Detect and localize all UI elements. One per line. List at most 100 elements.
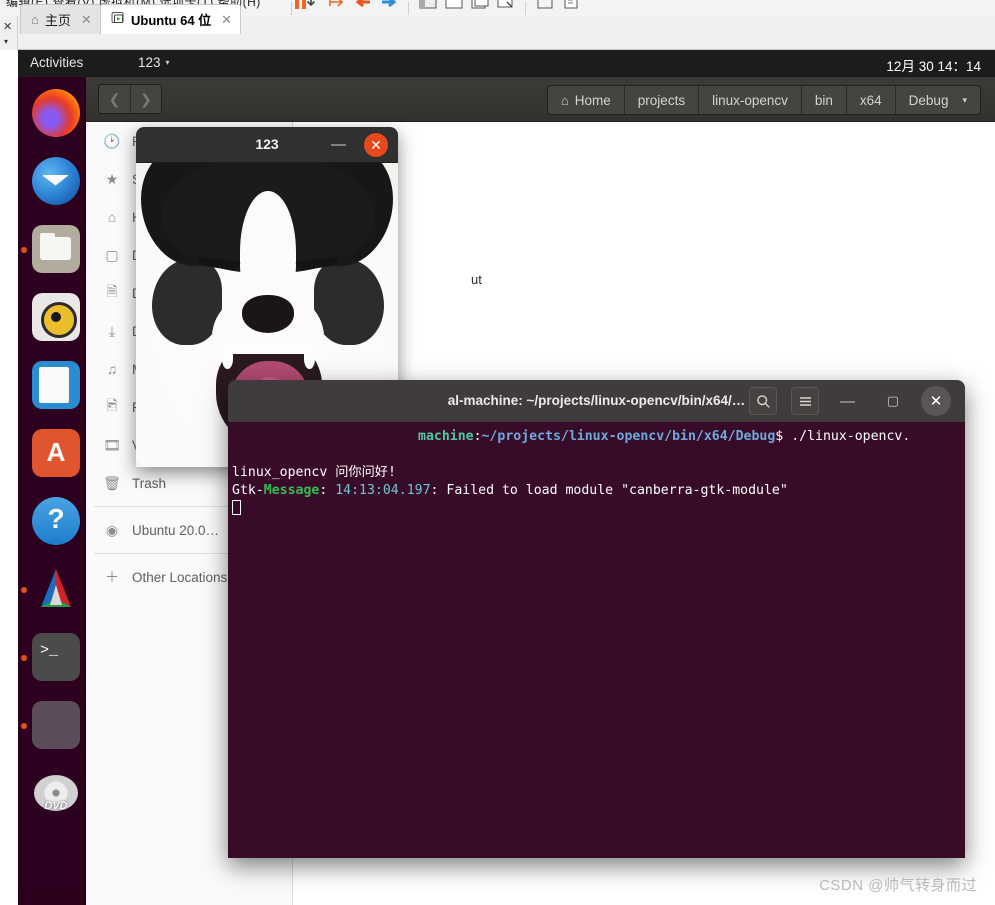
terminal-menu-button[interactable] [791, 387, 819, 415]
watermark: CSDN @帅气转身而过 [819, 877, 977, 894]
disc-icon: ◉ [105, 521, 119, 538]
libreoffice-writer-icon [32, 361, 80, 409]
snapshot-down-icon[interactable] [298, 0, 324, 16]
sidebar-label-other-locations: Other Locations [132, 569, 228, 585]
chevron-down-icon: ▾ [165, 58, 170, 67]
thunderbird-icon [32, 157, 80, 205]
terminal-maximize-button[interactable]: ▢ [887, 393, 899, 409]
forward-arrow-icon[interactable] [376, 0, 402, 16]
library-chevron-icon[interactable]: ▾ [4, 37, 8, 46]
toolbar-separator [291, 1, 292, 15]
breadcrumb-projects[interactable]: projects [623, 86, 699, 114]
files-icon [32, 225, 80, 273]
console-view-icon[interactable] [558, 0, 584, 16]
fullscreen-icon[interactable] [493, 0, 519, 16]
navigation-buttons: ❮ ❯ [98, 84, 162, 114]
terminal-titlebar[interactable]: al-machine: ~/projects/linux-opencv/bin/… [228, 380, 965, 422]
tab-ubuntu-close-icon[interactable]: ✕ [221, 12, 232, 28]
terminal-host: machine [418, 429, 474, 444]
vm-icon [111, 11, 125, 28]
terminal-window: al-machine: ~/projects/linux-opencv/bin/… [228, 380, 965, 858]
terminal-line-prompt: machine:~/projects/linux-opencv/bin/x64/… [232, 428, 957, 446]
terminal-icon [32, 633, 80, 681]
terminal-output[interactable]: machine:~/projects/linux-opencv/bin/x64/… [228, 422, 965, 858]
hamburger-icon [799, 396, 811, 406]
terminal-search-button[interactable] [749, 387, 777, 415]
home-icon: ⌂ [560, 92, 569, 108]
toolbar-separator-2 [408, 1, 409, 15]
image-viewer-minimize-button[interactable]: — [331, 136, 346, 153]
tab-home[interactable]: ⌂ 主页 ✕ [20, 4, 101, 34]
terminal-path: ~/projects/linux-opencv/bin/x64/Debug [481, 429, 776, 444]
terminal-gtk-level: Message [263, 483, 320, 498]
dock-item-libreoffice-writer[interactable] [32, 361, 80, 409]
breadcrumb-debug[interactable]: Debug ▾ [894, 86, 980, 114]
image-viewer-close-button[interactable]: ✕ [364, 133, 388, 157]
dock-item-terminal[interactable] [32, 633, 80, 681]
documents-icon: 🗎 [106, 283, 118, 299]
image-viewer-titlebar[interactable]: 123 — ✕ [136, 127, 398, 163]
screenshot-root: 编辑(E) 查看(V) 虚拟机(M) 选项卡(T) 帮助(H) [0, 0, 995, 905]
tab-home-close-icon[interactable]: ✕ [81, 12, 92, 28]
layout-sidebar-icon[interactable] [415, 0, 441, 16]
activities-button[interactable]: Activities [30, 55, 83, 70]
breadcrumb-bin[interactable]: bin [800, 86, 846, 114]
terminal-gtk-time: 14:13:04.197 [335, 483, 431, 498]
dock-item-ubuntu-software[interactable] [32, 429, 80, 477]
layout-tabs-icon[interactable] [467, 0, 493, 16]
chevron-down-icon: ▾ [962, 94, 967, 105]
sidebar-label-trash: Trash [132, 475, 167, 491]
dock-item-files[interactable] [32, 225, 80, 273]
breadcrumb-linux-opencv[interactable]: linux-opencv [698, 86, 801, 114]
layout-single-icon[interactable] [441, 0, 467, 16]
dock-item-thunderbird[interactable] [32, 157, 80, 205]
download-icon: ⤓ [108, 322, 116, 339]
clock-icon: 🕑 [103, 132, 121, 149]
running-indicator-window [21, 723, 27, 729]
terminal-close-button[interactable]: ✕ [921, 386, 951, 416]
dock-item-blank-window[interactable] [32, 701, 80, 749]
image-viewer-title: 123 [255, 136, 279, 152]
video-icon: 🎞 [103, 436, 121, 453]
breadcrumb-x64[interactable]: x64 [845, 86, 895, 114]
terminal-colon: : [473, 429, 482, 444]
breadcrumb-home[interactable]: ⌂ Home [547, 86, 624, 114]
home-icon: ⌂ [107, 209, 117, 225]
revert-snapshot-icon[interactable] [324, 0, 350, 16]
gnome-top-bar: Activities 123 ▾ 12月 30 14：14 [18, 50, 995, 77]
running-indicator-terminal [21, 655, 27, 661]
dock-item-dvd[interactable]: DVD [32, 769, 80, 817]
text-cursor [232, 500, 241, 515]
ubuntu-software-icon [32, 429, 80, 477]
forward-button[interactable]: ❯ [130, 85, 161, 113]
vmware-toolbar [285, 0, 584, 16]
back-button[interactable]: ❮ [99, 85, 130, 113]
dock-item-image-viewer[interactable] [32, 565, 80, 613]
library-close-icon[interactable]: ✕ [3, 20, 12, 33]
dock-item-help[interactable] [32, 497, 80, 545]
file-label-fragment: ut [471, 272, 482, 287]
terminal-cursor-line [232, 500, 957, 518]
app-menu-label: 123 [138, 55, 161, 70]
dvd-icon: DVD [32, 769, 80, 817]
image-viewer-icon [32, 565, 80, 613]
breadcrumb: ⌂ Home projects linux-opencv bin x64 Deb… [546, 85, 981, 115]
plus-icon: ＋ [105, 569, 119, 585]
back-arrow-icon[interactable] [350, 0, 376, 16]
running-indicator-image-viewer [21, 587, 27, 593]
ubuntu-desktop: Activities 123 ▾ 12月 30 14：14 A ? >_ DVD… [18, 50, 995, 905]
dock-item-rhythmbox[interactable] [32, 293, 80, 341]
help-icon [32, 497, 80, 545]
app-menu[interactable]: 123 ▾ [138, 55, 170, 70]
vmware-library-strip: ✕ ▾ [0, 16, 18, 50]
unity-mode-icon[interactable] [532, 0, 558, 16]
clock[interactable]: 12月 30 14：14 [886, 55, 981, 75]
terminal-command: ./linux-opencv. [783, 429, 911, 444]
terminal-minimize-button[interactable]: — [840, 393, 855, 410]
dock-item-firefox[interactable] [32, 89, 80, 137]
terminal-line-gtk: Gtk-Message: 14:13:04.197: Failed to loa… [232, 482, 957, 500]
tab-home-label: 主页 [44, 13, 71, 28]
tab-ubuntu[interactable]: Ubuntu 64 位 ✕ [100, 4, 242, 34]
breadcrumb-debug-label: Debug [908, 92, 949, 108]
terminal-gtk-tag: Gtk- [232, 483, 264, 498]
